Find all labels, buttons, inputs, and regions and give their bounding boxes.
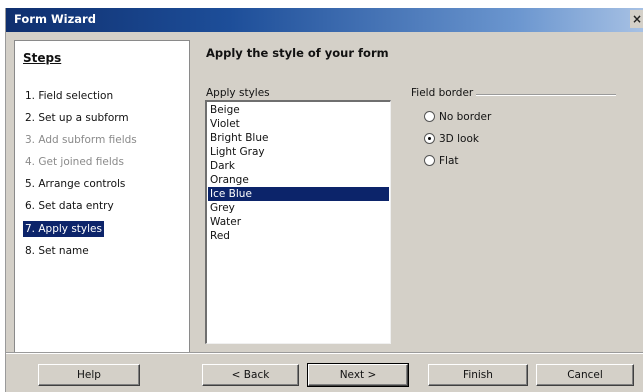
radio-label: No border xyxy=(439,111,492,123)
style-option[interactable]: Orange xyxy=(208,173,389,187)
window-title: Form Wizard xyxy=(14,12,96,26)
radio-button-checked[interactable] xyxy=(424,133,435,144)
step-get-joined-fields: 4. Get joined fields xyxy=(25,156,124,168)
step-arrange-controls[interactable]: 5. Arrange controls xyxy=(23,176,127,192)
page-title: Apply the style of your form xyxy=(206,46,389,60)
style-option-selected[interactable]: Ice Blue xyxy=(208,187,389,201)
form-wizard-window: Form Wizard × Steps 1. Field selection 2… xyxy=(5,8,643,392)
step-set-up-subform[interactable]: 2. Set up a subform xyxy=(23,110,131,126)
finish-button[interactable]: Finish xyxy=(428,364,528,386)
step-add-subform-fields: 3. Add subform fields xyxy=(25,134,137,146)
step-set-name[interactable]: 8. Set name xyxy=(23,243,91,259)
style-option[interactable]: Beige xyxy=(208,103,389,117)
close-icon[interactable]: × xyxy=(630,10,643,28)
radio-button[interactable] xyxy=(424,111,435,122)
steps-header: Steps xyxy=(23,51,62,65)
step-apply-styles[interactable]: 7. Apply styles xyxy=(23,221,104,237)
steps-panel: Steps 1. Field selection 2. Set up a sub… xyxy=(14,40,190,354)
style-option[interactable]: Bright Blue xyxy=(208,131,389,145)
style-option[interactable]: Violet xyxy=(208,117,389,131)
radio-label: Flat xyxy=(439,155,459,167)
help-button[interactable]: Help xyxy=(38,364,140,386)
style-option[interactable]: Light Gray xyxy=(208,145,389,159)
styles-listbox[interactable]: Beige Violet Bright Blue Light Gray Dark… xyxy=(205,100,391,344)
style-option[interactable]: Grey xyxy=(208,201,389,215)
style-option[interactable]: Water xyxy=(208,215,389,229)
field-border-divider xyxy=(476,94,616,96)
field-border-label: Field border xyxy=(411,87,474,99)
title-bar: Form Wizard × xyxy=(6,8,643,32)
style-option[interactable]: Red xyxy=(208,229,389,243)
button-separator xyxy=(6,352,643,354)
next-button[interactable]: Next > xyxy=(307,363,409,387)
back-button[interactable]: < Back xyxy=(202,364,299,386)
radio-button[interactable] xyxy=(424,155,435,166)
style-option[interactable]: Dark xyxy=(208,159,389,173)
cancel-button[interactable]: Cancel xyxy=(536,364,634,386)
apply-styles-label: Apply styles xyxy=(206,87,270,99)
radio-label: 3D look xyxy=(439,133,479,145)
step-set-data-entry[interactable]: 6. Set data entry xyxy=(23,198,116,214)
step-field-selection[interactable]: 1. Field selection xyxy=(23,88,115,104)
